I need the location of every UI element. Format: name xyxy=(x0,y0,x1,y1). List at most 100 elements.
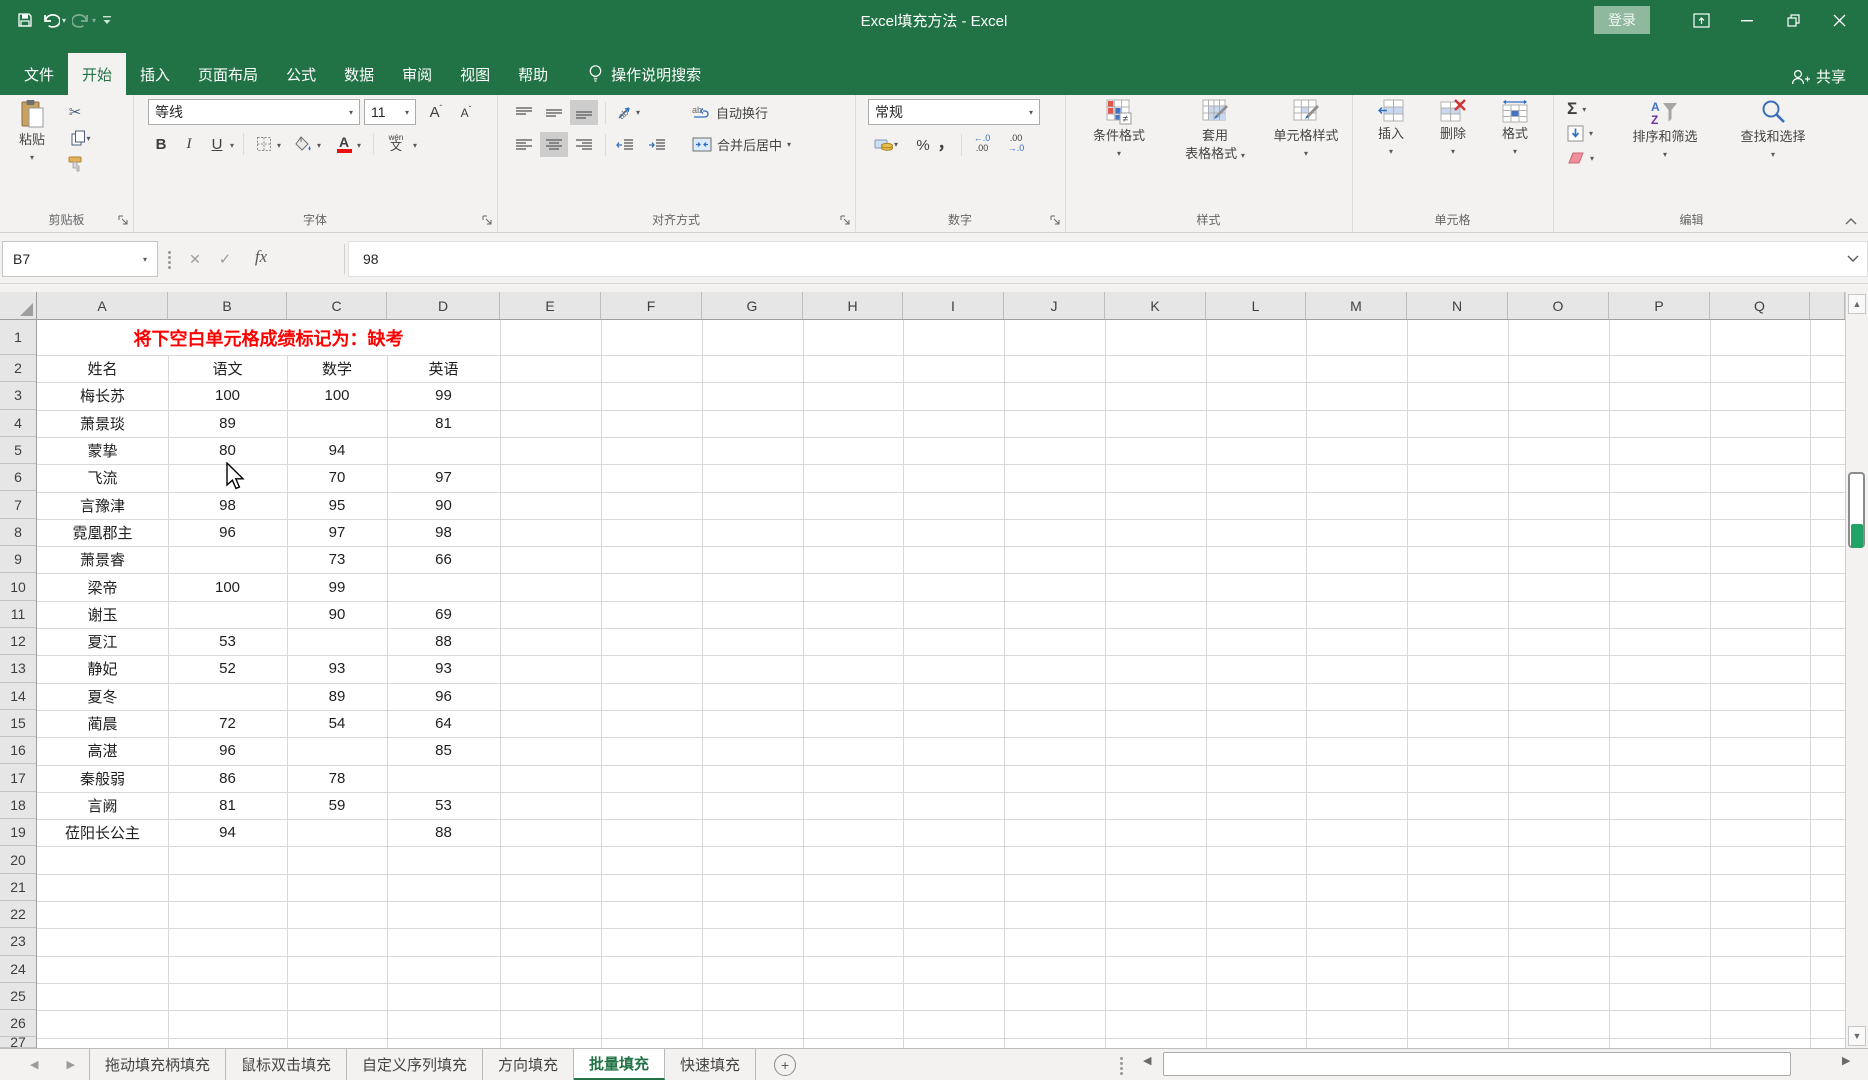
copy-button[interactable]: ▾ xyxy=(62,127,100,149)
name-box[interactable]: B7 ▾ xyxy=(2,241,158,277)
column-header-F[interactable]: F xyxy=(601,292,702,319)
cell-B5[interactable]: 80 xyxy=(168,437,287,464)
row-header-6[interactable]: 6 xyxy=(0,464,36,492)
tab-bar-grip[interactable] xyxy=(1118,1055,1124,1075)
cell-C6[interactable]: 70 xyxy=(287,464,387,491)
cell-B12[interactable]: 53 xyxy=(168,628,287,655)
sheet-tab-批量填充[interactable]: 批量填充 xyxy=(574,1049,666,1080)
cell-A17[interactable]: 秦般弱 xyxy=(37,765,168,792)
conditional-formatting-dropdown-arrow[interactable]: ▾ xyxy=(1117,146,1121,161)
orientation-dropdown-arrow[interactable]: ▾ xyxy=(636,108,640,117)
column-header-partial[interactable] xyxy=(1810,292,1845,319)
row-header-10[interactable]: 10 xyxy=(0,573,36,601)
cell-A18[interactable]: 言阙 xyxy=(37,792,168,819)
row-header-9[interactable]: 9 xyxy=(0,546,36,574)
sheet-nav-right-arrow[interactable]: ▶ xyxy=(66,1058,74,1071)
italic-button[interactable]: I xyxy=(176,131,202,157)
cell-A4[interactable]: 萧景琰 xyxy=(37,410,168,437)
row-header-8[interactable]: 8 xyxy=(0,519,36,547)
ribbon-tab-视图[interactable]: 视图 xyxy=(446,53,504,95)
column-header-L[interactable]: L xyxy=(1206,292,1306,319)
redo-button[interactable]: ▾ xyxy=(72,12,96,28)
ribbon-tab-审阅[interactable]: 审阅 xyxy=(388,53,446,95)
column-header-O[interactable]: O xyxy=(1508,292,1609,319)
ribbon-tab-开始[interactable]: 开始 xyxy=(68,53,127,95)
font-name-dropdown-arrow[interactable]: ▾ xyxy=(349,108,353,117)
cell-C7[interactable]: 95 xyxy=(287,492,387,519)
cell-C18[interactable]: 59 xyxy=(287,792,387,819)
column-header-A[interactable]: A xyxy=(37,292,168,319)
customize-qat-button[interactable] xyxy=(102,14,112,26)
cell-D13[interactable]: 93 xyxy=(387,655,500,682)
decrease-font-size-button[interactable]: Aˇ xyxy=(453,99,479,125)
cut-button[interactable]: ✂ xyxy=(62,101,88,123)
row-header-15[interactable]: 15 xyxy=(0,710,36,738)
name-box-dropdown-arrow[interactable]: ▾ xyxy=(143,255,147,264)
ribbon-tab-公式[interactable]: 公式 xyxy=(272,53,330,95)
accounting-format-button[interactable]: ▾ xyxy=(868,132,904,157)
underline-button[interactable]: U xyxy=(204,131,230,157)
align-top-button[interactable] xyxy=(510,100,538,125)
autosum-dropdown-arrow[interactable]: ▾ xyxy=(1582,105,1586,114)
clear-button[interactable]: ▾ xyxy=(1567,151,1594,165)
row-header-7[interactable]: 7 xyxy=(0,492,36,519)
cell-C9[interactable]: 73 xyxy=(287,546,387,573)
minimize-button[interactable] xyxy=(1732,0,1762,40)
cell-A1-banner[interactable]: 将下空白单元格成绩标记为：缺考 xyxy=(37,321,500,355)
phonetic-guide-button[interactable]: wén 文 xyxy=(381,129,411,155)
cell-B17[interactable]: 86 xyxy=(168,765,287,792)
row-header-24[interactable]: 24 xyxy=(0,956,36,983)
merge-center-button[interactable]: 合并后居中 ▾ xyxy=(692,135,791,154)
tell-me-search[interactable]: 操作说明搜索 xyxy=(588,53,701,95)
decrease-indent-button[interactable] xyxy=(611,132,639,157)
cell-B2[interactable]: 语文 xyxy=(168,355,287,382)
align-right-button[interactable] xyxy=(570,132,598,157)
cell-D2[interactable]: 英语 xyxy=(387,355,500,382)
delete-cells-button[interactable]: 删除 ▾ xyxy=(1424,99,1482,159)
conditional-formatting-button[interactable]: ≠ 条件格式 ▾ xyxy=(1073,99,1165,161)
row-header-2[interactable]: 2 xyxy=(0,355,36,383)
cell-A12[interactable]: 夏江 xyxy=(37,628,168,655)
decrease-decimal-button[interactable]: .00 →.0 xyxy=(1001,133,1031,153)
login-button[interactable]: 登录 xyxy=(1594,6,1650,34)
fill-color-button[interactable] xyxy=(291,131,317,157)
underline-dropdown-arrow[interactable]: ▾ xyxy=(230,141,234,150)
number-dialog-launcher[interactable] xyxy=(1050,215,1061,226)
number-format-dropdown-arrow[interactable]: ▾ xyxy=(1029,108,1033,117)
cell-D11[interactable]: 69 xyxy=(387,601,500,628)
cell-C17[interactable]: 78 xyxy=(287,765,387,792)
column-header-D[interactable]: D xyxy=(387,292,500,319)
row-header-1[interactable]: 1 xyxy=(0,320,36,355)
format-as-table-button[interactable]: 套用 表格格式 ▾ xyxy=(1169,99,1261,163)
increase-decimal-button[interactable]: ←.0.00 xyxy=(967,133,997,153)
cell-A16[interactable]: 高湛 xyxy=(37,737,168,764)
hscroll-right-arrow[interactable]: ▶ xyxy=(1842,1054,1850,1067)
column-header-Q[interactable]: Q xyxy=(1710,292,1810,319)
cell-B16[interactable]: 96 xyxy=(168,737,287,764)
ribbon-tab-页面布局[interactable]: 页面布局 xyxy=(184,53,272,95)
cell-D12[interactable]: 88 xyxy=(387,628,500,655)
ribbon-tab-帮助[interactable]: 帮助 xyxy=(504,53,562,95)
row-header-4[interactable]: 4 xyxy=(0,410,36,437)
ribbon-display-options-button[interactable] xyxy=(1686,0,1716,40)
share-button[interactable]: 共享 xyxy=(1791,66,1846,87)
row-header-3[interactable]: 3 xyxy=(0,382,36,410)
format-painter-button[interactable] xyxy=(62,153,88,175)
format-as-table-dropdown-arrow[interactable]: ▾ xyxy=(1241,151,1245,160)
insert-function-button[interactable]: fx xyxy=(246,247,276,267)
align-bottom-button[interactable] xyxy=(570,100,598,125)
wrap-text-button[interactable]: ab 自动换行 xyxy=(692,103,768,122)
cell-B4[interactable]: 89 xyxy=(168,410,287,437)
cell-C3[interactable]: 100 xyxy=(287,382,387,409)
comma-style-button[interactable]: ， xyxy=(937,128,955,154)
phonetic-dropdown-arrow[interactable]: ▾ xyxy=(413,141,417,150)
cell-A10[interactable]: 梁帝 xyxy=(37,573,168,600)
row-header-27[interactable]: 27 xyxy=(0,1034,36,1048)
cell-B7[interactable]: 98 xyxy=(168,492,287,519)
row-header-23[interactable]: 23 xyxy=(0,928,36,956)
cell-A11[interactable]: 谢玉 xyxy=(37,601,168,628)
insert-dropdown-arrow[interactable]: ▾ xyxy=(1389,144,1393,159)
row-header-20[interactable]: 20 xyxy=(0,846,36,874)
fill-color-dropdown-arrow[interactable]: ▾ xyxy=(317,141,321,150)
font-size-select[interactable]: 11 ▾ xyxy=(364,99,416,125)
